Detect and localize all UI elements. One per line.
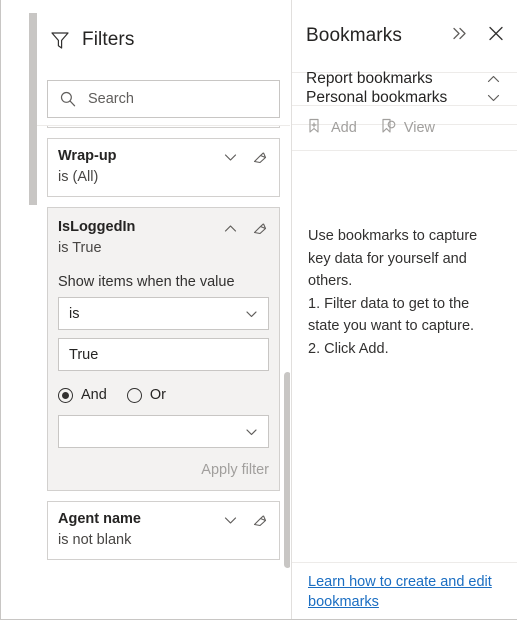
double-chevron-right-icon[interactable] — [450, 24, 470, 49]
filter-card-title: Agent name — [58, 511, 141, 527]
chevron-down-icon[interactable] — [222, 512, 239, 529]
bookmarks-title: Bookmarks — [306, 25, 402, 46]
filter-condition-label: Show items when the value — [58, 274, 235, 290]
filters-pane-content: Filters Search Wrap-up is (All) IsLogged… — [37, 0, 290, 619]
filter-card-is-logged-in[interactable]: IsLoggedIn is True Show items when the v… — [47, 207, 280, 491]
filters-header: Filters — [37, 14, 290, 66]
filters-pane: Filters Search Wrap-up is (All) IsLogged… — [1, 0, 290, 619]
apply-filter-button[interactable]: Apply filter — [201, 462, 269, 478]
bookmarks-empty-state-line2: 1. Filter data to get to the state you w… — [308, 295, 475, 335]
bookmarks-empty-state-line1: Use bookmarks to capture key data for yo… — [308, 228, 478, 289]
radio-and[interactable] — [58, 387, 73, 403]
filter-card[interactable]: is (All) — [47, 126, 280, 128]
filter-card[interactable]: Agent name is not blank — [47, 501, 280, 560]
eraser-icon[interactable] — [252, 149, 269, 166]
eraser-icon[interactable] — [252, 512, 269, 529]
filter-card-header: IsLoggedIn is True — [58, 218, 269, 258]
filter-card-actions — [222, 147, 269, 166]
filter-card-title: Wrap-up — [58, 148, 117, 164]
bookmarks-header-actions — [450, 24, 506, 49]
bookmark-view-icon — [379, 117, 397, 140]
funnel-icon — [49, 29, 71, 51]
apply-filter-row: Apply filter — [58, 462, 269, 478]
filter-second-operator-select[interactable] — [58, 415, 269, 448]
report-bookmarks-section[interactable]: Report bookmarks — [292, 53, 517, 106]
filter-cards-scroll-region: is (All) — [37, 126, 290, 619]
filters-title: Filters — [82, 29, 135, 50]
bookmarks-empty-state-line3: 2. Click Add. — [308, 340, 389, 357]
filter-cards-list: is (All) — [37, 126, 290, 570]
filters-pane-left-scrollbar[interactable] — [29, 13, 37, 205]
filters-header-divider — [37, 125, 290, 126]
chevron-down-icon[interactable] — [222, 149, 239, 166]
filter-operator-value: is — [69, 305, 80, 322]
radio-or[interactable] — [126, 387, 142, 403]
search-box[interactable] — [47, 80, 280, 118]
filter-operator-select[interactable]: is — [58, 297, 269, 330]
filter-card-title: IsLoggedIn — [58, 219, 136, 235]
bookmarks-empty-state: Use bookmarks to capture key data for yo… — [292, 225, 517, 562]
add-bookmark-label: Add — [331, 120, 357, 136]
filter-cards-scrollbar[interactable] — [283, 0, 290, 619]
add-bookmark-button[interactable]: Add — [306, 117, 357, 140]
chevron-down-icon — [244, 306, 259, 321]
filter-cards-scrollbar-thumb[interactable] — [284, 372, 290, 568]
filter-card-actions — [222, 218, 269, 237]
filter-operand-input[interactable]: True — [58, 338, 269, 371]
filter-conjunction-group: And Or — [58, 387, 269, 403]
report-bookmarks-label: Report bookmarks — [306, 70, 433, 87]
filter-card[interactable]: Wrap-up is (All) — [47, 138, 280, 197]
filter-card-subtitle: is True — [58, 240, 102, 256]
radio-and-selected-dot — [62, 391, 69, 399]
chevron-down-icon — [244, 424, 259, 439]
filter-card-subtitle: is not blank — [58, 532, 132, 548]
eraser-icon[interactable] — [252, 220, 269, 237]
view-bookmark-button[interactable]: View — [379, 117, 435, 140]
learn-more-link[interactable]: Learn how to create and edit bookmarks — [308, 574, 492, 610]
filters-search — [47, 80, 280, 118]
radio-or-label: Or — [149, 387, 166, 403]
bookmarks-footer: Learn how to create and edit bookmarks — [292, 562, 517, 619]
chevron-up-icon[interactable] — [485, 71, 502, 88]
bookmarks-toolbar: Add View — [292, 106, 517, 151]
bookmarks-pane: Bookmarks Personal bookmarks Report book… — [291, 0, 517, 619]
view-bookmark-label: View — [403, 120, 435, 136]
search-icon — [59, 90, 77, 108]
radio-and-label: And — [81, 387, 107, 403]
filter-card-subtitle: is (All) — [58, 169, 99, 185]
filter-card-header: Agent name is not blank — [58, 510, 269, 550]
chevron-up-icon[interactable] — [222, 220, 239, 237]
power-bi-side-panels: Filters Search Wrap-up is (All) IsLogged… — [0, 0, 517, 620]
bookmark-add-icon — [306, 117, 324, 140]
filter-card-actions — [222, 510, 269, 529]
filter-operand-value: True — [69, 346, 99, 363]
close-icon[interactable] — [486, 24, 506, 49]
filter-card-header: Wrap-up is (All) — [58, 147, 269, 187]
search-input[interactable] — [88, 91, 248, 107]
